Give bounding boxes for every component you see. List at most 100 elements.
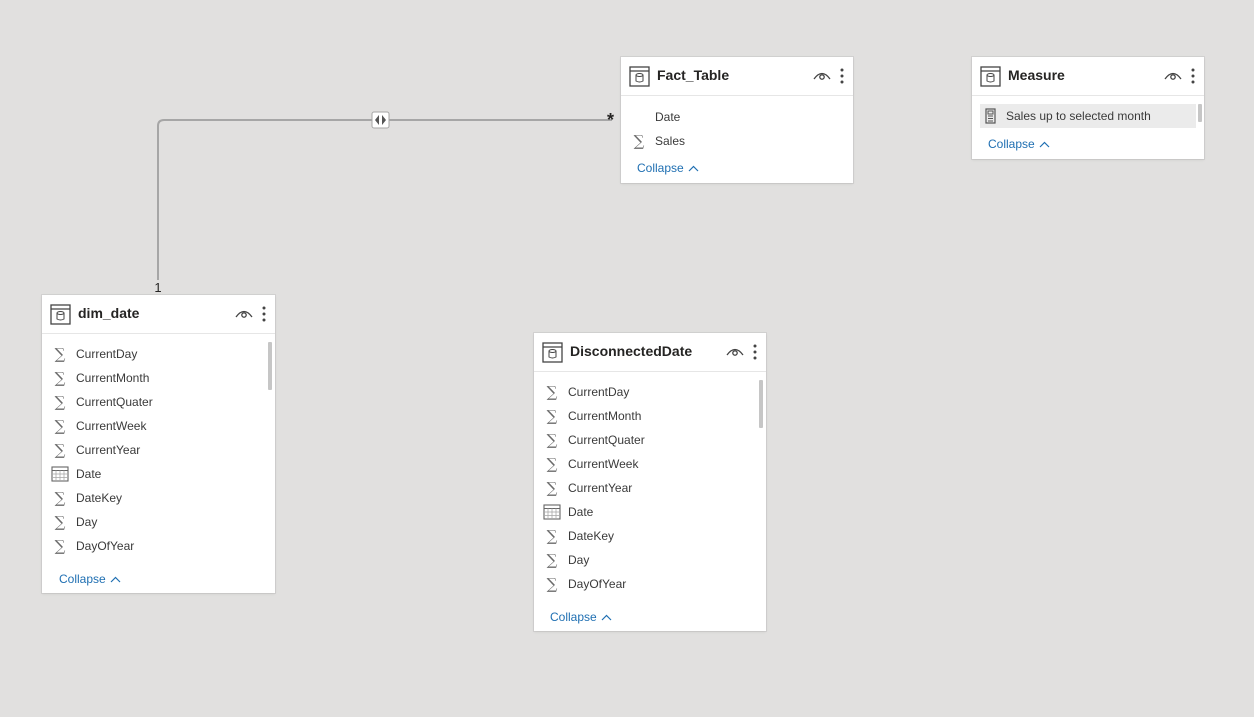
sigma-icon: ∑ — [546, 454, 558, 473]
more-options-icon[interactable] — [1190, 67, 1196, 85]
field-label: DayOfYear — [568, 577, 627, 591]
model-canvas[interactable]: 1 * Fact_Table Date ∑ Sales Collapse Mea… — [0, 0, 1254, 717]
sigma-icon: ∑ — [54, 368, 66, 387]
sigma-icon: ∑ — [54, 392, 66, 411]
field-label: CurrentMonth — [568, 409, 642, 423]
field-item[interactable]: ∑ Day — [542, 548, 756, 572]
more-options-icon[interactable] — [752, 343, 758, 361]
sigma-icon: ∑ — [546, 526, 558, 545]
field-item[interactable]: ∑ Sales — [629, 129, 843, 153]
collapse-label: Collapse — [59, 572, 106, 586]
field-label: DateKey — [568, 529, 615, 543]
table-icon — [980, 66, 1001, 87]
table-card-header[interactable]: Measure — [972, 57, 1204, 96]
field-item[interactable]: Date — [629, 105, 843, 129]
field-item[interactable]: ∑ CurrentQuater — [542, 428, 756, 452]
field-label: CurrentMonth — [76, 371, 150, 385]
field-label: DayOfYear — [76, 539, 135, 553]
field-item[interactable]: ∑ DayOfYear — [542, 572, 756, 596]
field-item[interactable]: ∑ Day — [50, 510, 265, 534]
collapse-button[interactable]: Collapse — [988, 137, 1050, 151]
table-card-disconnected-date[interactable]: DisconnectedDate ∑ CurrentDay ∑ CurrentMont… — [534, 333, 766, 631]
sigma-icon: ∑ — [54, 536, 66, 555]
more-options-icon[interactable] — [839, 67, 845, 85]
field-label: Sales up to selected month — [1006, 109, 1151, 123]
scrollbar[interactable] — [268, 342, 272, 390]
field-label: CurrentDay — [568, 385, 630, 399]
field-item[interactable]: ∑ CurrentWeek — [50, 414, 265, 438]
field-item[interactable]: Sales up to selected month — [980, 104, 1196, 128]
calendar-icon — [51, 466, 69, 482]
field-label: Date — [568, 505, 594, 519]
field-label: CurrentQuater — [568, 433, 645, 447]
table-icon — [629, 66, 650, 87]
cross-filter-direction-icon[interactable] — [371, 111, 390, 129]
table-card-header[interactable]: dim_date — [42, 295, 275, 334]
field-item[interactable]: ∑ CurrentDay — [50, 342, 265, 366]
sigma-icon: ∑ — [633, 131, 645, 150]
field-label: CurrentQuater — [76, 395, 153, 409]
collapse-button[interactable]: Collapse — [550, 610, 612, 624]
field-item[interactable]: ∑ DayOfYear — [50, 534, 265, 558]
scrollbar[interactable] — [759, 380, 763, 428]
cardinality-one-label: 1 — [152, 280, 164, 295]
table-title: Fact_Table — [657, 67, 730, 83]
cardinality-many-label: * — [607, 110, 615, 130]
field-item[interactable]: ∑ CurrentYear — [50, 438, 265, 462]
sigma-icon: ∑ — [54, 416, 66, 435]
eye-icon[interactable] — [813, 70, 831, 82]
table-card-header[interactable]: DisconnectedDate — [534, 333, 766, 372]
sigma-icon: ∑ — [54, 344, 66, 363]
more-options-icon[interactable] — [261, 305, 267, 323]
sigma-icon: ∑ — [546, 406, 558, 425]
table-icon — [50, 304, 71, 325]
field-label: Date — [655, 110, 681, 124]
scrollbar[interactable] — [1198, 104, 1202, 122]
field-label: DateKey — [76, 491, 123, 505]
calculator-icon — [985, 108, 996, 124]
table-card-header[interactable]: Fact_Table — [621, 57, 853, 96]
field-item[interactable]: ∑ DateKey — [542, 524, 756, 548]
field-item[interactable]: ∑ CurrentDay — [542, 380, 756, 404]
field-label: CurrentWeek — [76, 419, 147, 433]
eye-icon[interactable] — [726, 346, 744, 358]
table-title: DisconnectedDate — [570, 343, 693, 359]
sigma-icon: ∑ — [546, 574, 558, 593]
table-title: Measure — [1008, 67, 1065, 83]
field-item[interactable]: ∑ CurrentMonth — [50, 366, 265, 390]
collapse-label: Collapse — [637, 161, 684, 175]
calendar-icon — [543, 504, 561, 520]
blank-icon — [629, 107, 649, 127]
chevron-up-icon — [1039, 141, 1050, 147]
field-item[interactable]: ∑ CurrentQuater — [50, 390, 265, 414]
field-item[interactable]: Date — [50, 462, 265, 486]
field-label: CurrentDay — [76, 347, 138, 361]
field-item[interactable]: ∑ CurrentWeek — [542, 452, 756, 476]
table-card-dim-date[interactable]: dim_date ∑ CurrentDay ∑ CurrentMonth ∑ Curren… — [42, 295, 275, 593]
sigma-icon: ∑ — [54, 512, 66, 531]
field-label: Day — [76, 515, 98, 529]
chevron-up-icon — [601, 614, 612, 620]
table-icon — [542, 342, 563, 363]
field-label: Sales — [655, 134, 686, 148]
chevron-up-icon — [110, 576, 121, 582]
field-item[interactable]: ∑ CurrentYear — [542, 476, 756, 500]
eye-icon[interactable] — [1164, 70, 1182, 82]
eye-icon[interactable] — [235, 308, 253, 320]
chevron-up-icon — [688, 165, 699, 171]
sigma-icon: ∑ — [546, 478, 558, 497]
collapse-label: Collapse — [988, 137, 1035, 151]
field-item[interactable]: ∑ CurrentMonth — [542, 404, 756, 428]
field-label: Date — [76, 467, 102, 481]
field-label: CurrentYear — [568, 481, 633, 495]
sigma-icon: ∑ — [546, 382, 558, 401]
field-label: CurrentYear — [76, 443, 141, 457]
table-card-measure[interactable]: Measure Sales up to selected month Colla… — [972, 57, 1204, 159]
field-item[interactable]: Date — [542, 500, 756, 524]
collapse-button[interactable]: Collapse — [637, 161, 699, 175]
sigma-icon: ∑ — [54, 440, 66, 459]
collapse-button[interactable]: Collapse — [59, 572, 121, 586]
field-item[interactable]: ∑ DateKey — [50, 486, 265, 510]
sigma-icon: ∑ — [54, 488, 66, 507]
table-card-fact-table[interactable]: Fact_Table Date ∑ Sales Collapse — [621, 57, 853, 183]
